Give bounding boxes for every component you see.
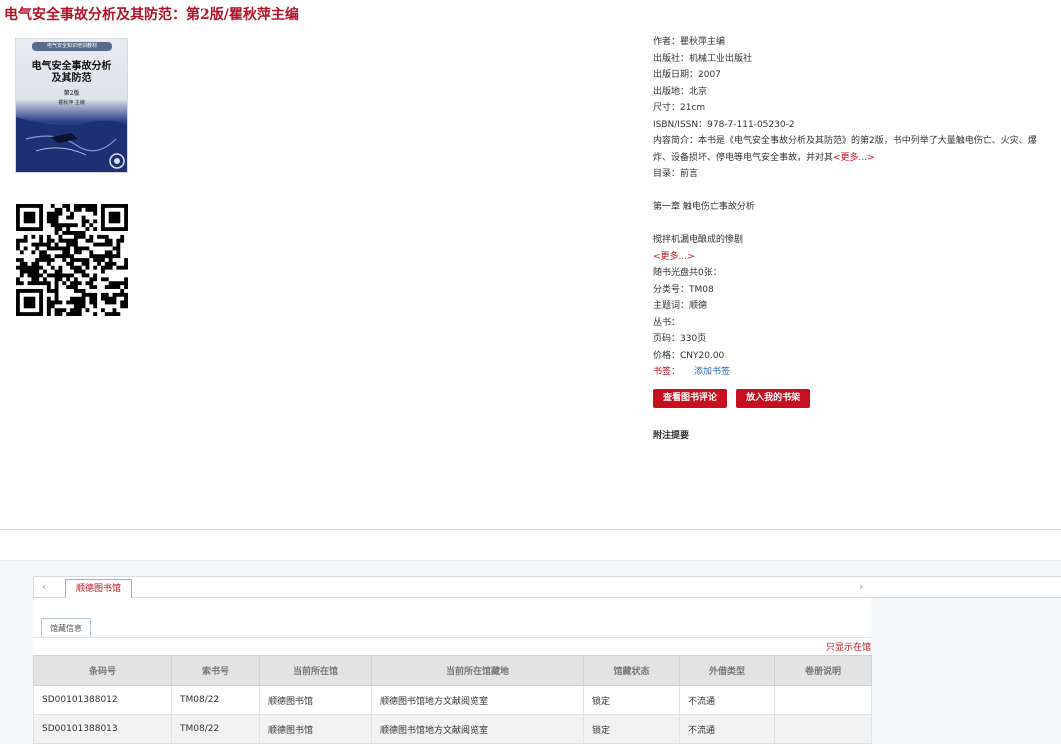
tab-underline: [33, 637, 871, 638]
tab-holding-info[interactable]: 馆藏信息: [41, 618, 91, 638]
cell-volume-note: [774, 685, 872, 715]
cover-artwork: [16, 117, 127, 172]
cell-status: 锁定: [583, 685, 680, 715]
book-cover-image: 电气安全知识培训教材 电气安全事故分析 及其防范 第2版 瞿秋萍 主编: [15, 38, 128, 173]
action-buttons: 查看图书评论 放入我的书架: [653, 385, 814, 408]
info-size: 尺寸：21cm: [653, 103, 706, 113]
info-pub-place: 出版地：北京: [653, 86, 708, 97]
info-toc: 目录：前言: [653, 169, 699, 179]
cover-series-label: 电气安全知识培训教材: [32, 42, 112, 51]
col-location: 当前所在馆藏地: [371, 655, 584, 686]
book-title: 电气安全事故分析及其防范：第2版/瞿秋萍主编: [4, 7, 299, 23]
chevron-left-icon[interactable]: ‹: [42, 580, 46, 593]
holdings-content: 馆藏信息 只显示在馆 条码号 索书号 当前所在馆 当前所在馆藏地 馆藏状态 外借…: [33, 598, 872, 744]
toc-more-link[interactable]: <更多...>: [653, 252, 695, 262]
cell-call-number: TM08/22: [171, 714, 260, 744]
cell-barcode: SD00101388012: [33, 685, 172, 715]
info-class: 分类号：TM08: [653, 284, 714, 295]
cell-volume-note: [774, 714, 872, 744]
cell-location: 顺德图书馆地方文献阅览室: [371, 714, 584, 744]
col-status: 馆藏状态: [583, 655, 680, 686]
cover-author: 瞿秋萍 主编: [58, 100, 85, 106]
toc-item: 搅拌机漏电酿成的惨剧: [653, 235, 744, 245]
holdings-table: 条码号 索书号 当前所在馆 当前所在馆藏地 馆藏状态 外借类型 卷册说明 SD0…: [33, 655, 872, 744]
tab-library[interactable]: 顺德图书馆: [65, 579, 133, 599]
add-bookmark-link[interactable]: 添加书签: [694, 367, 730, 377]
note-heading: 附注提要: [653, 431, 690, 441]
section-divider: [0, 529, 1061, 530]
view-reviews-button[interactable]: 查看图书评论: [653, 389, 728, 408]
chevron-right-icon[interactable]: ›: [859, 580, 863, 593]
info-publisher: 出版社：机械工业出版社: [653, 53, 753, 64]
info-subject: 主题词：顺德: [653, 301, 708, 311]
summary-more-link[interactable]: <更多...>: [833, 153, 875, 163]
cell-barcode: SD00101388013: [33, 714, 172, 744]
col-barcode: 条码号: [33, 655, 172, 686]
info-series: 丛书：: [653, 317, 681, 328]
info-summary: 内容简介：本书是《电气安全事故分析及其防范》的第2版，书中列举了大量触电伤亡、火…: [653, 136, 1037, 163]
table-header-row: 条码号 索书号 当前所在馆 当前所在馆藏地 馆藏状态 外借类型 卷册说明: [33, 655, 872, 686]
book-info: 作者：瞿秋萍主编 出版社：机械工业出版社 出版日期：2007 出版地：北京 尺寸…: [653, 34, 1053, 381]
cell-loan-type: 不流通: [679, 714, 775, 744]
col-library: 当前所在馆: [259, 655, 372, 686]
cell-loan-type: 不流通: [679, 685, 775, 715]
cell-location: 顺德图书馆地方文献阅览室: [371, 685, 584, 715]
info-pub-date: 出版日期：2007: [653, 70, 721, 80]
info-isbn: ISBN/ISSN：978-7-111-05230-2: [653, 119, 795, 130]
library-tab-bar: ‹ 顺德图书馆 ›: [33, 576, 1061, 599]
toc-chapter-1: 第一章 触电伤亡事故分析: [653, 202, 755, 212]
qr-code: [16, 204, 128, 316]
bookmark-label: 书签：: [653, 367, 681, 377]
cell-library: 顺德图书馆: [259, 714, 372, 744]
only-available-link[interactable]: 只显示在馆: [826, 640, 871, 653]
table-row: SD00101388013 TM08/22 顺德图书馆 顺德图书馆地方文献阅览室…: [33, 714, 872, 744]
info-price: 价格：CNY20.00: [653, 350, 725, 361]
col-call-number: 索书号: [171, 655, 260, 686]
table-row: SD00101388012 TM08/22 顺德图书馆 顺德图书馆地方文献阅览室…: [33, 685, 872, 715]
cell-call-number: TM08/22: [171, 685, 260, 715]
cell-library: 顺德图书馆: [259, 685, 372, 715]
col-loan-type: 外借类型: [679, 655, 775, 686]
panel-divider: [0, 560, 1061, 561]
info-cd: 随书光盘共0张：: [653, 268, 722, 278]
cover-title: 电气安全事故分析 及其防范: [31, 61, 112, 84]
add-to-shelf-button[interactable]: 放入我的书架: [736, 389, 811, 408]
info-author: 作者：瞿秋萍主编: [653, 37, 726, 47]
info-pages: 页码：330页: [653, 334, 707, 344]
info-bookmark: 书签： 添加书签: [653, 364, 1053, 381]
cover-edition: 第2版: [63, 90, 80, 97]
col-volume-note: 卷册说明: [774, 655, 872, 686]
cell-status: 锁定: [583, 714, 680, 744]
